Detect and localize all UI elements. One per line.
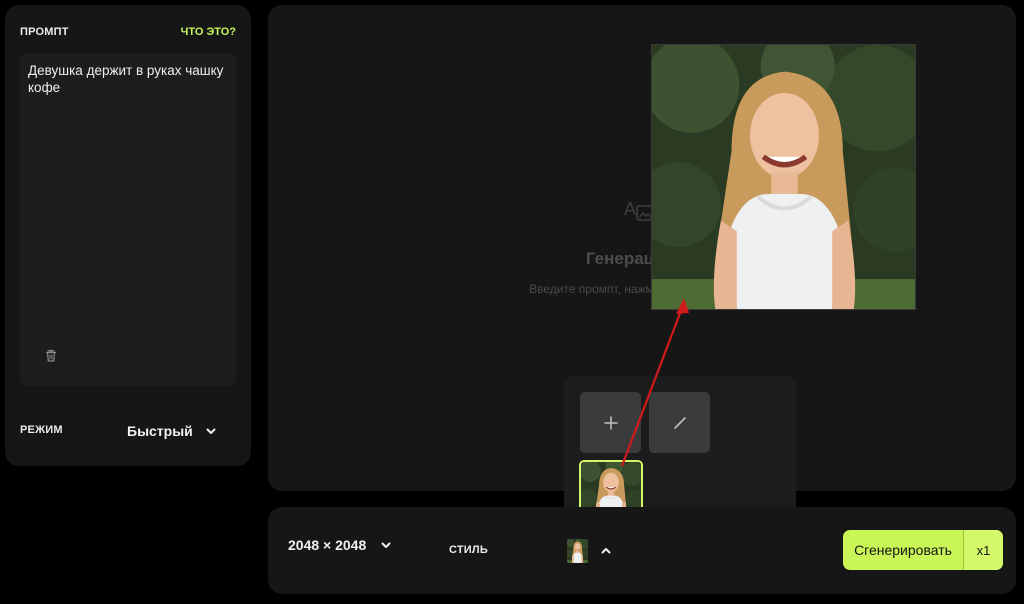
bottom-toolbar: 2048 × 2048 СТИЛЬ Сгенерировать x1 <box>268 507 1016 594</box>
pencil-icon <box>673 416 686 429</box>
style-thumbnail-small <box>567 539 588 563</box>
svg-text:A: A <box>624 199 636 219</box>
generate-button[interactable]: Сгенерировать <box>843 530 964 570</box>
prompt-textarea[interactable]: Девушка держит в руках чашку кофе <box>20 53 236 386</box>
style-preview-image <box>651 44 916 310</box>
prompt-text[interactable]: Девушка держит в руках чашку кофе <box>28 62 232 96</box>
count-button[interactable]: x1 <box>964 530 1003 570</box>
size-dropdown[interactable]: 2048 × 2048 <box>288 537 392 553</box>
style-dropdown[interactable] <box>567 539 612 563</box>
what-is-this-link[interactable]: ЧТО ЭТО? <box>181 26 236 38</box>
size-value: 2048 × 2048 <box>288 537 367 553</box>
add-style-button[interactable] <box>580 392 641 453</box>
trash-icon[interactable] <box>43 348 59 364</box>
prompt-panel: ПРОМПТ ЧТО ЭТО? Девушка держит в руках ч… <box>5 5 251 466</box>
chevron-down-icon <box>381 542 391 548</box>
prompt-title: ПРОМПТ <box>20 26 69 38</box>
chevron-down-icon <box>206 428 216 434</box>
plus-icon <box>603 415 618 430</box>
edit-style-button[interactable] <box>649 392 710 453</box>
mode-dropdown[interactable]: Быстрый <box>127 419 227 443</box>
style-label: СТИЛЬ <box>449 544 488 556</box>
generate-button-group: Сгенерировать x1 <box>843 530 1003 570</box>
mode-value: Быстрый <box>127 423 193 439</box>
chevron-up-icon <box>601 548 611 554</box>
mode-label: РЕЖИМ <box>20 424 63 436</box>
